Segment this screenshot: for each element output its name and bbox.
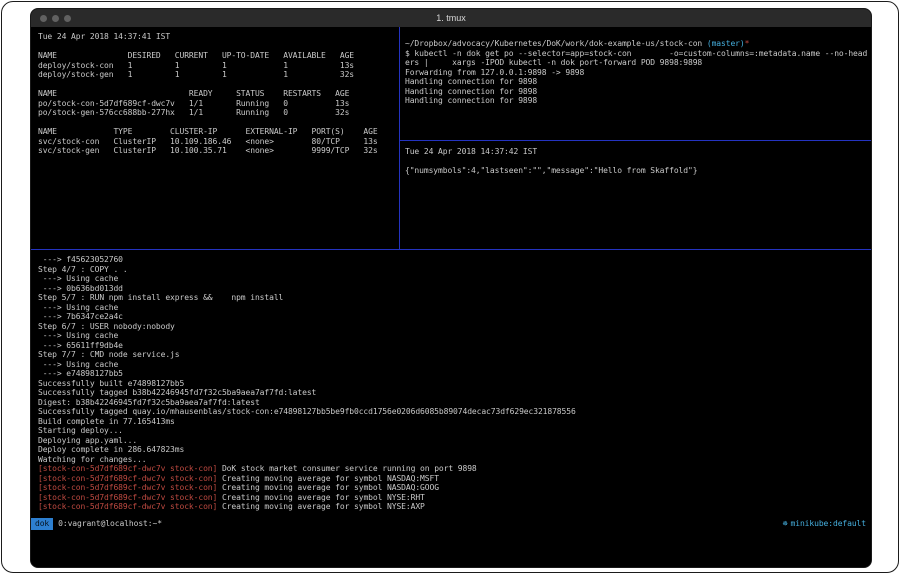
pod-log-prefix: [stock-con-5d7df689cf-dwc7v stock-con]	[38, 483, 217, 492]
pod-log-message: DoK stock market consumer service runnin…	[217, 464, 476, 473]
git-dirty-flag: *	[745, 39, 750, 48]
skaffold-build-output: ---> f45623052760 Step 4/7 : COPY . . --…	[38, 255, 871, 464]
kube-context-label: minikube:default	[791, 519, 866, 529]
status-right-segment: ☸minikube:default	[783, 519, 866, 529]
pod-log-message: Creating moving average for symbol NASDA…	[217, 483, 439, 492]
tmux-status-bar: dok 0:vagrant@localhost:~* ☸minikube:def…	[31, 518, 871, 530]
pod-log-message: Creating moving average for symbol NYSE:…	[217, 493, 425, 502]
window-titlebar[interactable]: 1. tmux	[31, 9, 871, 27]
pod-log-line: [stock-con-5d7df689cf-dwc7v stock-con] C…	[38, 493, 871, 503]
pod-log-message: Creating moving average for symbol NASDA…	[217, 474, 439, 483]
kubernetes-icon: ☸	[783, 519, 788, 529]
pod-log-prefix: [stock-con-5d7df689cf-dwc7v stock-con]	[38, 502, 217, 511]
close-window-button[interactable]	[40, 15, 47, 22]
traffic-lights	[40, 9, 71, 27]
pane-skaffold-log[interactable]: ---> f45623052760 Step 4/7 : COPY . . --…	[31, 250, 871, 518]
pod-log-prefix: [stock-con-5d7df689cf-dwc7v stock-con]	[38, 474, 217, 483]
tmux-top-row: Tue 24 Apr 2018 14:37:41 IST NAME DESIRE…	[31, 27, 871, 249]
port-forward-output: $ kubectl -n dok get po --selector=app=s…	[405, 49, 871, 106]
minimize-window-button[interactable]	[52, 15, 59, 22]
pod-log-prefix: [stock-con-5d7df689cf-dwc7v stock-con]	[38, 493, 217, 502]
prompt-path: ~/Dropbox/advocacy/Kubernetes/DoK/work/d…	[405, 39, 707, 48]
pod-log-line: [stock-con-5d7df689cf-dwc7v stock-con] C…	[38, 483, 871, 493]
pod-log-line: [stock-con-5d7df689cf-dwc7v stock-con] C…	[38, 474, 871, 484]
pane-top-right: ~/Dropbox/advocacy/Kubernetes/DoK/work/d…	[400, 27, 871, 249]
pod-log-message: Creating moving average for symbol NYSE:…	[217, 502, 425, 511]
pane-port-forward[interactable]: ~/Dropbox/advocacy/Kubernetes/DoK/work/d…	[400, 27, 871, 140]
terminal-window: 1. tmux Tue 24 Apr 2018 14:37:41 IST NAM…	[30, 8, 872, 568]
window-title: 1. tmux	[436, 13, 466, 23]
tmux-terminal: Tue 24 Apr 2018 14:37:41 IST NAME DESIRE…	[31, 27, 871, 567]
git-branch-label: (master)	[707, 39, 745, 48]
tmux-window-name[interactable]: 0:vagrant@localhost:~*	[58, 519, 162, 529]
pod-log-line: [stock-con-5d7df689cf-dwc7v stock-con] C…	[38, 502, 871, 512]
zoom-window-button[interactable]	[64, 15, 71, 22]
pod-log-line: [stock-con-5d7df689cf-dwc7v stock-con] D…	[38, 464, 871, 474]
shell-prompt-line: ~/Dropbox/advocacy/Kubernetes/DoK/work/d…	[405, 39, 871, 49]
pane-curl-output[interactable]: Tue 24 Apr 2018 14:37:42 IST {"numsymbol…	[400, 141, 871, 249]
tmux-session-name[interactable]: dok	[31, 518, 53, 530]
pane-kubectl-watch[interactable]: Tue 24 Apr 2018 14:37:41 IST NAME DESIRE…	[31, 27, 399, 249]
pod-log-prefix: [stock-con-5d7df689cf-dwc7v stock-con]	[38, 464, 217, 473]
